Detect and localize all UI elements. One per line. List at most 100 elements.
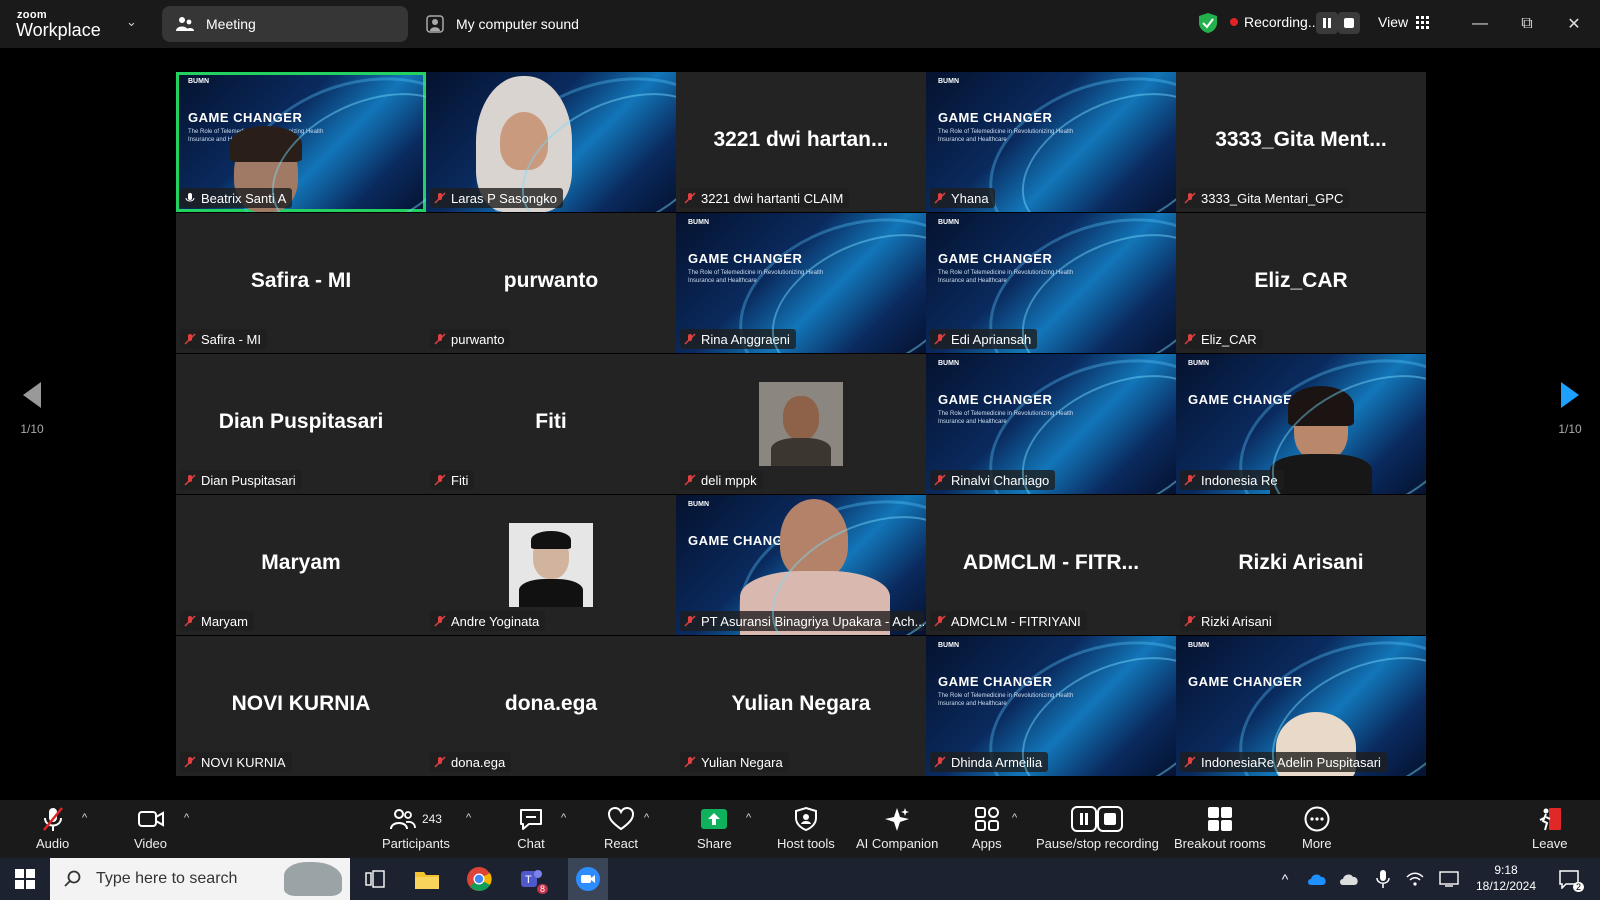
video-tile[interactable]: dona.ega dona.ega (426, 636, 676, 776)
participant-name-tag: Rina Anggraeni (680, 329, 796, 349)
video-tile[interactable]: BUMN GAME CHANGER The Role of Telemedici… (926, 213, 1176, 353)
audio-options-caret[interactable]: ^ (82, 812, 87, 824)
chrome-icon[interactable] (464, 864, 494, 894)
audio-button[interactable]: Audio (36, 806, 69, 851)
video-tile[interactable]: Fiti Fiti (426, 354, 676, 494)
video-tile[interactable]: BUMN GAME CHANGER The Role of Telemedici… (926, 354, 1176, 494)
participant-name-tag: Rizki Arisani (1180, 611, 1278, 631)
clock-date: 18/12/2024 (1475, 879, 1537, 893)
participants-options-caret[interactable]: ^ (466, 812, 471, 824)
participant-name: Eliz_CAR (1201, 331, 1257, 347)
breakout-rooms-button[interactable]: Breakout rooms (1174, 806, 1266, 851)
video-tile[interactable]: BUMN GAME CHANGER IndonesiaRe Adelin Pus… (1176, 636, 1426, 776)
leave-button[interactable]: Leave (1532, 806, 1567, 851)
participant-name-tag: Indonesia Re (1180, 470, 1284, 490)
slide-subtitle: The Role of Telemedicine in Revolutioniz… (688, 270, 824, 284)
video-tile[interactable]: 3333_Gita Ment... 3333_Gita Mentari_GPC (1176, 72, 1426, 212)
participant-name: Indonesia Re (1201, 472, 1278, 488)
participant-name: 3333_Gita Mentari_GPC (1201, 190, 1344, 206)
slide-title: GAME CHANGER (938, 674, 1053, 689)
file-explorer-icon[interactable] (412, 864, 442, 894)
video-tile[interactable]: Eliz_CAR Eliz_CAR (1176, 213, 1426, 353)
microphone-icon[interactable] (1368, 864, 1398, 894)
apps-options-caret[interactable]: ^ (1012, 812, 1017, 824)
video-tile[interactable]: BUMN GAME CHANGER The Role of Telemedici… (926, 636, 1176, 776)
video-options-caret[interactable]: ^ (184, 812, 189, 824)
meeting-tab[interactable]: Meeting (162, 6, 408, 42)
ai-companion-label: AI Companion (856, 836, 939, 851)
chevron-down-icon: ⌄ (126, 14, 137, 29)
participant-name-tag: PT Asuransi Binagriya Upakara - Ach... (680, 611, 924, 631)
video-tile[interactable]: BUMN GAME CHANGER Indonesia Re (1176, 354, 1426, 494)
windows-start-icon[interactable] (10, 864, 40, 894)
video-tile[interactable]: BUMN GAME CHANGER The Role of Telemedici… (676, 213, 926, 353)
recording-status: Recording... (1230, 14, 1319, 30)
participants-button[interactable]: 243 Participants (382, 806, 450, 851)
slide-subtitle: The Role of Telemedicine in Revolutioniz… (938, 411, 1074, 425)
chat-button[interactable]: Chat (517, 806, 545, 851)
video-tile[interactable]: Laras P Sasongko (426, 72, 676, 212)
video-tile[interactable]: purwanto purwanto (426, 213, 676, 353)
brand-name: Workplace (16, 20, 101, 40)
video-tile[interactable]: BUMN GAME CHANGER The Role of Telemedici… (926, 72, 1176, 212)
close-icon[interactable]: ✕ (1562, 12, 1586, 36)
participant-name-tag: Beatrix Santi A (180, 188, 293, 208)
participant-display-name: Maryam (261, 551, 341, 574)
stop-recording-button[interactable] (1338, 12, 1360, 34)
pause-recording-button[interactable] (1316, 12, 1338, 34)
zoom-taskbar-icon[interactable] (568, 858, 608, 900)
video-tile[interactable]: Maryam Maryam (176, 495, 426, 635)
participant-name: Dhinda Armeilia (951, 754, 1043, 770)
video-tile[interactable]: Yulian Negara Yulian Negara (676, 636, 926, 776)
video-tile[interactable]: ADMCLM - FITR... ADMCLM - FITRIYANI (926, 495, 1176, 635)
video-tile[interactable]: Andre Yoginata (426, 495, 676, 635)
video-tile[interactable]: deli mppk (676, 354, 926, 494)
share-button[interactable]: Share (697, 806, 732, 851)
video-tile[interactable]: 3221 dwi hartan... 3221 dwi hartanti CLA… (676, 72, 926, 212)
video-tile[interactable]: Dian Puspitasari Dian Puspitasari (176, 354, 426, 494)
pause-stop-recording-button[interactable]: Pause/stop recording (1036, 806, 1159, 851)
view-label: View (1378, 14, 1409, 30)
participant-name: Yulian Negara (701, 754, 783, 770)
participant-name-tag: deli mppk (680, 470, 763, 490)
video-tile[interactable]: Safira - MI Safira - MI (176, 213, 426, 353)
security-shield-icon[interactable] (1198, 12, 1218, 34)
hair (230, 126, 302, 162)
video-tile[interactable]: NOVI KURNIA NOVI KURNIA (176, 636, 426, 776)
taskbar-search-box[interactable]: Type here to search (50, 858, 350, 900)
participant-name-tag: 3333_Gita Mentari_GPC (1180, 188, 1350, 208)
more-button[interactable]: More (1302, 806, 1332, 851)
video-tile[interactable]: BUMN GAME CHANGER The Role of Telemedici… (176, 72, 426, 212)
minimize-icon[interactable]: — (1468, 12, 1492, 36)
react-options-caret[interactable]: ^ (644, 812, 649, 824)
mic-muted-icon (1184, 333, 1196, 345)
breakout-rooms-label: Breakout rooms (1174, 836, 1266, 851)
notifications-icon[interactable]: 2 (1554, 864, 1584, 894)
gallery-next-page[interactable]: 1/10 (1540, 380, 1600, 470)
wifi-icon[interactable] (1400, 864, 1430, 894)
video-tile[interactable]: Rizki Arisani Rizki Arisani (1176, 495, 1426, 635)
teams-icon[interactable]: T 8 (516, 864, 548, 894)
host-tools-button[interactable]: Host tools (777, 806, 835, 851)
video-tile[interactable]: BUMN GAME CHANGER PT Asuransi Binagriya … (676, 495, 926, 635)
react-button[interactable]: React (604, 806, 638, 851)
computer-sound-tab[interactable]: My computer sound (418, 6, 587, 42)
restore-icon[interactable]: ⧉ (1515, 12, 1539, 36)
display-icon[interactable] (1434, 864, 1464, 894)
chat-options-caret[interactable]: ^ (561, 812, 566, 824)
participant-name: deli mppk (701, 472, 757, 488)
recording-dot-icon (1230, 18, 1238, 26)
view-button[interactable]: View (1378, 14, 1430, 30)
arrow-right-icon (1561, 382, 1579, 408)
onedrive-sync-icon[interactable] (1334, 864, 1364, 894)
system-clock[interactable]: 9:18 18/12/2024 (1468, 862, 1544, 894)
ai-companion-button[interactable]: AI Companion (856, 806, 938, 851)
onedrive-icon[interactable] (1302, 864, 1332, 894)
apps-button[interactable]: Apps (972, 806, 1002, 851)
video-button[interactable]: Video (134, 806, 167, 851)
show-hidden-icons-icon[interactable]: ^ (1270, 864, 1300, 894)
task-view-icon[interactable] (360, 864, 390, 894)
share-options-caret[interactable]: ^ (746, 812, 751, 824)
gallery-prev-page[interactable]: 1/10 (2, 380, 62, 470)
zoom-workplace-menu[interactable]: zoom Workplace ⌄ (0, 0, 150, 48)
